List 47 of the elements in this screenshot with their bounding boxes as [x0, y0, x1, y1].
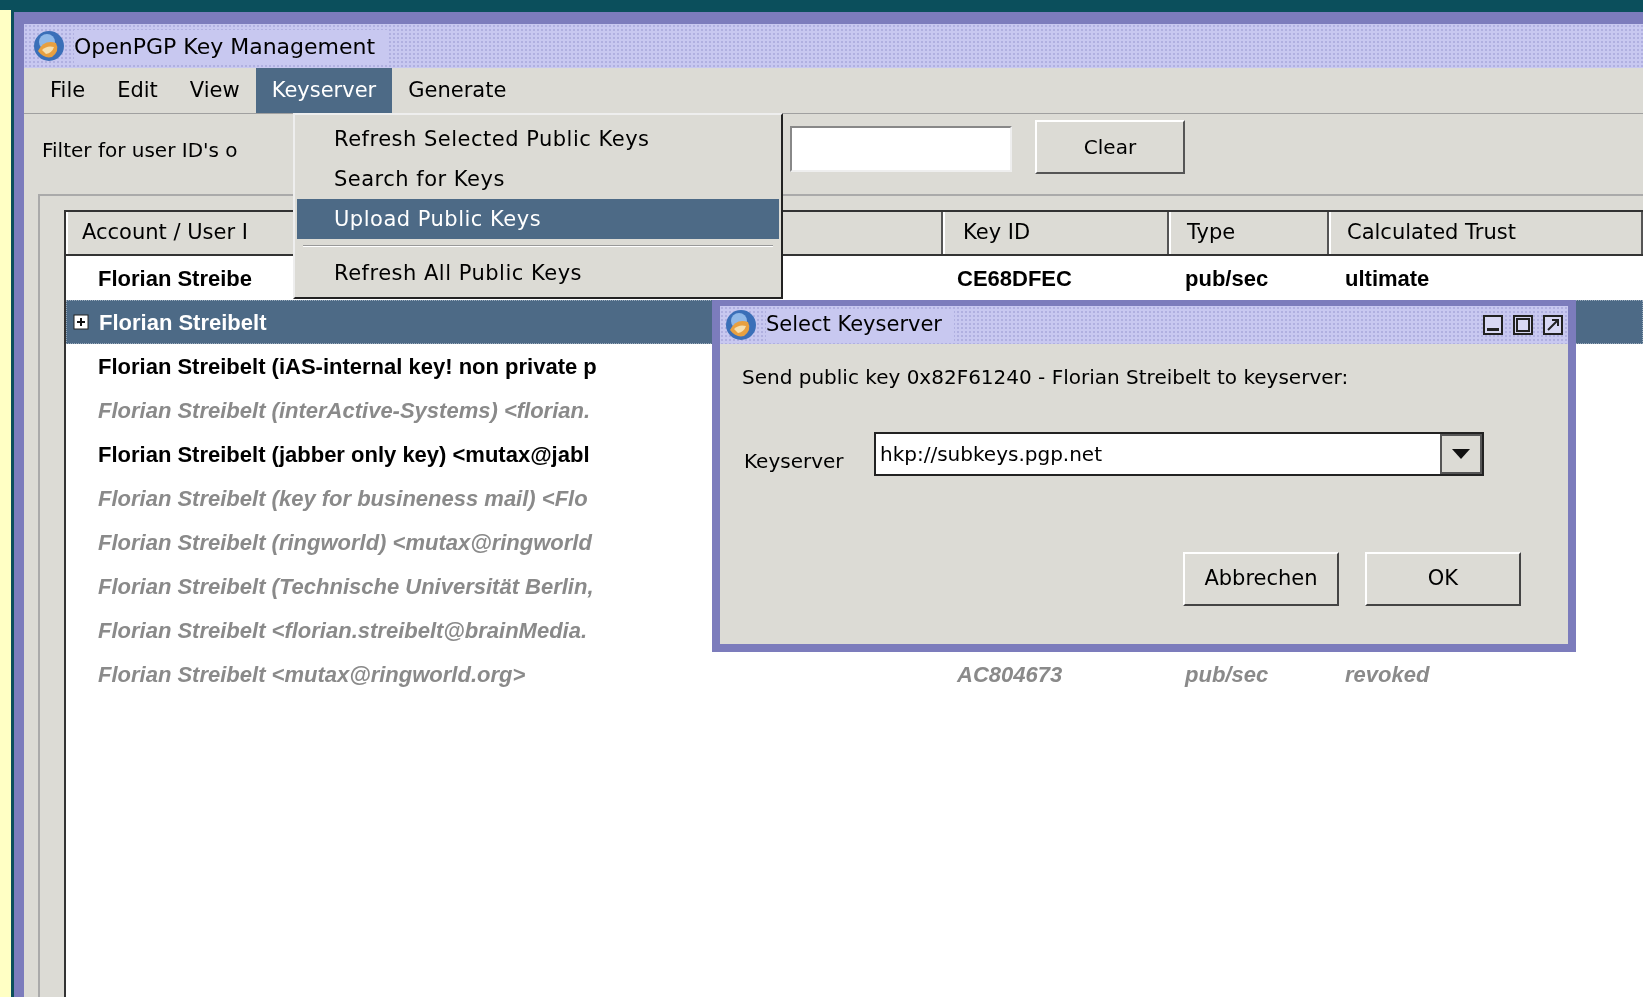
column-header[interactable]: Key ID	[963, 217, 1031, 249]
user-id-cell-text: Florian Streibelt <florian.streibelt@brainMedia.	[98, 616, 588, 645]
clear-button[interactable]: Clear	[1035, 120, 1185, 174]
user-id-cell-text: Florian Streibe	[98, 264, 253, 293]
column-header[interactable]: Calculated Trust	[1347, 217, 1516, 249]
user-id-cell-text: Florian Streibelt (interActive-Systems) <florian.	[98, 396, 591, 425]
key-id-cell: CE68DFEC	[957, 265, 1072, 291]
user-id-cell-text: Florian Streibelt (key for busineness mail) <Flo	[98, 484, 588, 513]
expand-icon[interactable]	[73, 314, 89, 330]
dialog-button[interactable]: OK	[1365, 552, 1521, 606]
key-id-cell: AC804673	[957, 661, 1063, 687]
user-id-cell-text: Florian Streibelt (jabber only key) <mutax@jabl	[98, 440, 590, 469]
maximize-icon[interactable]	[1512, 314, 1534, 336]
trust-cell: revoked	[1345, 661, 1430, 687]
menu-item[interactable]: Refresh Selected Public Keys	[297, 119, 779, 159]
type-cell: pub/sec	[1185, 265, 1269, 291]
user-id-cell-text: Florian Streibelt (iAS-internal key! non private p	[98, 352, 597, 381]
menu-bar-item[interactable]: Generate	[392, 68, 523, 113]
menu-item[interactable]: Search for Keys	[297, 159, 779, 199]
menu-bar-item[interactable]: Edit	[101, 68, 174, 113]
column-header[interactable]: Type	[1187, 217, 1236, 249]
filter-field[interactable]	[790, 126, 1012, 172]
app-icon	[32, 29, 66, 63]
filter-label: Filter for user ID's o	[42, 137, 238, 164]
menu-bar-item[interactable]: File	[34, 68, 102, 113]
menu-item[interactable]: Upload Public Keys	[297, 199, 779, 239]
dialog-message: Send public key 0x82F61240 - Florian Streibelt to keyserver:	[742, 364, 1349, 391]
close-icon[interactable]	[1542, 314, 1564, 336]
minimize-icon[interactable]	[1482, 314, 1504, 336]
menu-bar-item[interactable]: View	[173, 68, 256, 113]
keyserver-combobox[interactable]: hkp://subkeys.pgp.net	[874, 432, 1484, 476]
app-icon	[724, 308, 758, 342]
keyserver-value: hkp://subkeys.pgp.net	[879, 441, 1103, 468]
menu-item[interactable]: Refresh All Public Keys	[297, 253, 779, 293]
user-id-cell-text: Florian Streibelt (ringworld) <mutax@ringworld	[98, 528, 592, 557]
dropdown-arrow-icon[interactable]	[1440, 434, 1482, 474]
menu-bar-item[interactable]: Keyserver	[255, 68, 393, 113]
user-id-cell-text: Florian Streibelt (Technische Universität Berlin,	[98, 572, 594, 601]
keyserver-label: Keyserver	[744, 448, 844, 475]
trust-cell: ultimate	[1345, 265, 1430, 291]
type-cell: pub/sec	[1185, 661, 1269, 687]
dialog-title: Select Keyserver	[766, 309, 954, 341]
window-title: OpenPGP Key Management	[74, 29, 388, 63]
column-header[interactable]: Account / User I	[82, 217, 248, 249]
user-id-cell-text: Florian Streibelt <mutax@ringworld.org>	[98, 660, 526, 689]
user-id-cell-text: Florian Streibelt	[99, 308, 267, 337]
dialog-button[interactable]: Abbrechen	[1183, 552, 1339, 606]
